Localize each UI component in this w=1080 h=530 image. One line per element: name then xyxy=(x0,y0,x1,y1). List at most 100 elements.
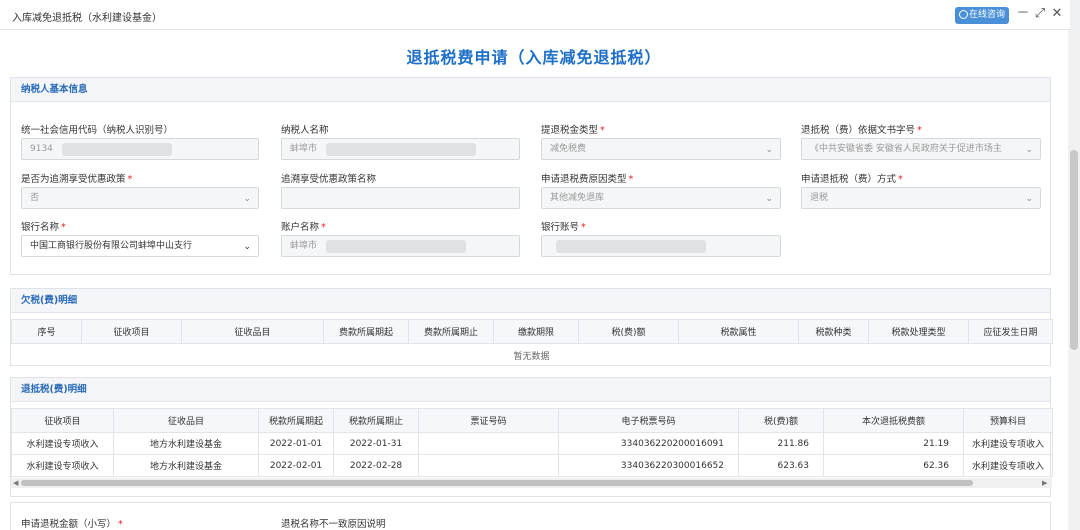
table-cell: 2022-02-01 xyxy=(258,454,334,477)
taxpayer-info-heading: 纳税人基本信息 xyxy=(11,78,1050,102)
column-header[interactable]: 序号 xyxy=(11,319,82,344)
redacted-mask xyxy=(556,240,706,253)
column-header[interactable]: 预算科目 xyxy=(963,408,1053,433)
chevron-down-icon: ⌄ xyxy=(243,194,251,204)
refund-detail-panel: 退抵税(费)明细 征收项目 征收品目 税款所属期起 税款所属期止 票证号码 电子… xyxy=(10,377,1053,497)
reason-type-label: 申请退税费原因类型 * xyxy=(541,174,634,185)
backdate-label: 是否为追溯享受优惠政策 * xyxy=(21,174,133,185)
table-cell: 62.36 xyxy=(823,454,964,477)
headset-icon xyxy=(959,10,968,19)
table-cell: 2022-01-31 xyxy=(333,432,419,455)
table-row[interactable]: 水利建设专项收入 地方水利建设基金 2022-01-01 2022-01-31 … xyxy=(11,432,1053,455)
refund-detail-heading: 退抵税(费)明细 xyxy=(11,378,1050,402)
chevron-down-icon: ⌄ xyxy=(765,145,773,155)
column-header[interactable]: 税(费)额 xyxy=(738,408,824,433)
account-name-label: 账户名称 * xyxy=(281,222,326,233)
account-no-label: 银行账号 * xyxy=(541,222,586,233)
column-header[interactable]: 税款所属期止 xyxy=(333,408,419,433)
taxpayer-info-panel: 纳税人基本信息 统一社会信用代码（纳税人识别号） 9134 纳税人名称 蚌埠市 … xyxy=(10,77,1051,275)
backdate-select[interactable]: 否 ⌄ xyxy=(21,187,259,209)
refund-detail-table: 征收项目 征收品目 税款所属期起 税款所属期止 票证号码 电子税票号码 税(费)… xyxy=(11,408,1053,477)
owed-tax-panel: 欠税(费)明细 序号 征收项目 征收品目 费款所属期起 费款所属期止 缴款期限 … xyxy=(10,288,1053,366)
empty-data-text: 暂无数据 xyxy=(513,352,550,362)
table-cell xyxy=(418,454,559,477)
basis-doc-label: 退抵税（费）依据文书字号 * xyxy=(801,125,922,136)
refund-type-label: 提退税金类型 * xyxy=(541,125,605,136)
chevron-down-icon: ⌄ xyxy=(243,242,251,252)
horizontal-scrollbar[interactable]: ◀ ▶ xyxy=(11,478,1052,488)
basis-doc-select[interactable]: 《中共安徽省委 安徽省人民政府关于促进市场主 ⌄ xyxy=(801,138,1041,160)
table-cell: 水利建设专项收入 xyxy=(963,432,1053,455)
table-cell: 水利建设专项收入 xyxy=(963,454,1053,477)
column-header[interactable]: 电子税票号码 xyxy=(558,408,739,433)
column-header[interactable]: 征收品目 xyxy=(181,319,324,344)
owed-tax-table: 序号 征收项目 征收品目 费款所属期起 费款所属期止 缴款期限 税(费)额 税款… xyxy=(11,319,1053,344)
credit-code-field[interactable]: 9134 xyxy=(21,138,259,160)
bank-name-select[interactable]: 中国工商银行股份有限公司蚌埠中山支行 ⌄ xyxy=(21,235,259,257)
table-cell xyxy=(418,432,559,455)
table-row[interactable]: 水利建设专项收入 地方水利建设基金 2022-02-01 2022-02-28 … xyxy=(11,454,1053,477)
table-cell: 水利建设专项收入 xyxy=(11,454,114,477)
redacted-mask xyxy=(62,143,172,156)
redacted-mask xyxy=(326,143,476,156)
minimize-icon[interactable]: － xyxy=(1016,7,1030,21)
table-cell: 21.19 xyxy=(823,432,964,455)
taxpayer-name-label: 纳税人名称 xyxy=(281,125,329,136)
column-header[interactable]: 税款处理类型 xyxy=(868,319,969,344)
bank-name-label: 银行名称 * xyxy=(21,222,66,233)
owed-tax-header-row: 序号 征收项目 征收品目 费款所属期起 费款所属期止 缴款期限 税(费)额 税款… xyxy=(11,319,1053,344)
table-cell: 地方水利建设基金 xyxy=(113,454,259,477)
column-header[interactable]: 税款所属期起 xyxy=(258,408,334,433)
table-cell: 水利建设专项收入 xyxy=(11,432,114,455)
method-label: 申请退抵税（费）方式 * xyxy=(801,174,903,185)
refund-amount-label: 申请退税金额（小写） * xyxy=(21,519,123,530)
mismatch-reason-label: 退税名称不一致原因说明 xyxy=(281,519,386,530)
column-header[interactable]: 税款属性 xyxy=(678,319,799,344)
scroll-right-icon[interactable]: ▶ xyxy=(1042,479,1047,487)
method-select[interactable]: 退税 ⌄ xyxy=(801,187,1041,209)
refund-type-select[interactable]: 减免税费 ⌄ xyxy=(541,138,781,160)
column-header[interactable]: 费款所属期止 xyxy=(408,319,494,344)
table-cell: 334036220300016652 xyxy=(558,454,739,477)
column-header[interactable]: 征收项目 xyxy=(81,319,182,344)
main-content: 退抵税费申请（入库减免退抵税） 纳税人基本信息 统一社会信用代码（纳税人识别号）… xyxy=(0,30,1068,530)
online-consult-label: 在线咨询 xyxy=(969,10,1006,20)
column-header[interactable]: 费款所属期起 xyxy=(323,319,409,344)
refund-amount-panel: 申请退税金额（小写） * 退税名称不一致原因说明 xyxy=(10,502,1051,530)
window-titlebar: 入库减免退抵税（水利建设基金） 在线咨询 － ⤢ ✕ xyxy=(0,0,1070,30)
column-header[interactable]: 征收品目 xyxy=(113,408,259,433)
column-header[interactable]: 税(费)额 xyxy=(578,319,679,344)
scrollbar-thumb[interactable] xyxy=(1070,150,1078,350)
refund-header-row: 征收项目 征收品目 税款所属期起 税款所属期止 票证号码 电子税票号码 税(费)… xyxy=(11,408,1053,433)
redacted-mask xyxy=(326,240,466,253)
online-consult-button[interactable]: 在线咨询 xyxy=(955,7,1009,24)
policy-name-label: 追溯享受优惠政策名称 xyxy=(281,174,377,185)
window-title: 入库减免退抵税（水利建设基金） xyxy=(12,13,162,24)
chevron-down-icon: ⌄ xyxy=(1025,145,1033,155)
column-header[interactable]: 票证号码 xyxy=(418,408,559,433)
scroll-left-icon[interactable]: ◀ xyxy=(13,479,18,487)
table-cell: 211.86 xyxy=(738,432,824,455)
maximize-icon[interactable]: ⤢ xyxy=(1033,7,1047,21)
close-icon[interactable]: ✕ xyxy=(1050,7,1064,21)
table-cell: 623.63 xyxy=(738,454,824,477)
credit-code-label: 统一社会信用代码（纳税人识别号） xyxy=(21,125,174,136)
reason-type-select[interactable]: 其他减免退库 ⌄ xyxy=(541,187,781,209)
page-title: 退抵税费申请（入库减免退抵税） xyxy=(406,48,662,67)
column-header[interactable]: 税款种类 xyxy=(798,319,869,344)
table-cell: 334036220200016091 xyxy=(558,432,739,455)
scrollbar-thumb[interactable] xyxy=(21,480,973,486)
account-name-field[interactable]: 蚌埠市 xyxy=(281,235,520,257)
table-cell: 2022-01-01 xyxy=(258,432,334,455)
vertical-scrollbar[interactable] xyxy=(1068,30,1080,530)
table-cell: 地方水利建设基金 xyxy=(113,432,259,455)
table-cell: 2022-02-28 xyxy=(333,454,419,477)
chevron-down-icon: ⌄ xyxy=(765,194,773,204)
column-header[interactable]: 缴款期限 xyxy=(493,319,579,344)
column-header[interactable]: 本次退抵税费额 xyxy=(823,408,964,433)
column-header[interactable]: 应征发生日期 xyxy=(968,319,1053,344)
taxpayer-name-field[interactable]: 蚌埠市 xyxy=(281,138,520,160)
policy-name-field[interactable] xyxy=(281,187,520,209)
account-no-field[interactable] xyxy=(541,235,781,257)
column-header[interactable]: 征收项目 xyxy=(11,408,114,433)
